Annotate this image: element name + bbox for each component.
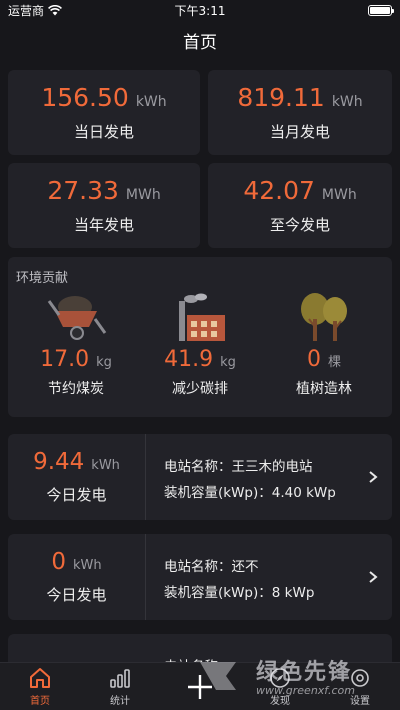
tab-settings[interactable]: 设置: [320, 663, 400, 710]
station-today: 0 kWh 今日发电: [8, 534, 146, 620]
tab-add[interactable]: [160, 663, 240, 710]
env-value: 0 棵: [307, 347, 341, 372]
env-unit: kg: [96, 355, 112, 370]
env-label: 减少碳排: [172, 381, 228, 397]
tab-label: 发现: [270, 696, 290, 707]
env-number: 17.0: [40, 347, 90, 372]
status-right: [242, 4, 394, 16]
env-number: 0: [306, 347, 321, 372]
env-unit: kg: [220, 355, 236, 370]
energy-number: 819.11: [237, 83, 325, 112]
tab-label: 设置: [350, 696, 370, 707]
station-number: 0: [51, 549, 66, 575]
chevron-right-icon[interactable]: [366, 470, 380, 484]
energy-unit: kWh: [331, 94, 363, 110]
energy-number: 27.33: [47, 176, 119, 205]
energy-number: 42.07: [243, 176, 315, 205]
station-today: 9.44 kWh 今日发电: [8, 434, 146, 520]
station-label: 今日发电: [46, 486, 107, 504]
tab-discover[interactable]: 发现: [240, 663, 320, 710]
energy-value: 156.50 kWh: [41, 83, 166, 112]
status-bar: 运营商 下午3:11: [0, 0, 400, 20]
station-label: 今日发电: [46, 586, 107, 604]
energy-label: 当月发电: [269, 123, 330, 141]
trees-icon: [301, 293, 347, 341]
station-capacity: 装机容量(kWp)：4.40 kWp: [164, 485, 336, 501]
carrier-label: 运营商: [8, 3, 45, 18]
station-card[interactable]: 9.44 kWh 今日发电 电站名称：王三木的电站 装机容量(kWp)：4.40…: [8, 434, 392, 520]
tab-label: 统计: [110, 696, 130, 707]
energy-card-month[interactable]: 819.11 kWh 当月发电: [208, 70, 392, 155]
status-time: 下午3:11: [174, 3, 226, 18]
energy-unit: MWh: [125, 187, 161, 203]
station-capacity: 装机容量(kWp)：8 kWp: [164, 585, 315, 601]
env-unit: 棵: [327, 355, 341, 370]
energy-label: 当年发电: [73, 216, 134, 234]
signal-bars-icon: [110, 669, 130, 688]
station-number: 9.44: [33, 449, 85, 475]
station-name: 电站名称：还不: [164, 559, 259, 575]
status-left: 运营商: [8, 2, 158, 19]
energy-card-year[interactable]: 27.33 MWh 当年发电: [8, 163, 200, 248]
coal-cart-icon: [47, 296, 107, 340]
env-label: 节约煤炭: [48, 381, 104, 397]
energy-value: 819.11 kWh: [237, 83, 362, 112]
tab-label: 首页: [30, 696, 50, 707]
discover-icon: [270, 668, 290, 688]
env-item-trees: 0 棵 植树造林: [264, 293, 384, 398]
station-card[interactable]: 0 kWh 今日发电 电站名称：还不 装机容量(kWp)：8 kWp: [8, 534, 392, 620]
station-info: 电站名称：王三木的电站 装机容量(kWp)：4.40 kWp: [164, 454, 336, 506]
page-title: 首页: [183, 33, 217, 53]
station-unit: kWh: [73, 558, 102, 573]
tab-bar: 首页 统计 发现 设置: [0, 662, 400, 710]
station-unit: kWh: [91, 458, 120, 473]
battery-icon: [368, 4, 394, 16]
environment-title: 环境贡献: [16, 271, 69, 286]
tab-home[interactable]: 首页: [0, 663, 80, 710]
station-name: 电站名称：王三木的电站: [164, 459, 313, 475]
env-value: 41.9 kg: [164, 347, 236, 372]
environment-panel: 环境贡献 17.0 kg 节约煤炭 41.9 kg 减少碳排 0 棵 植树造林: [8, 257, 392, 417]
env-item-carbon: 41.9 kg 减少碳排: [140, 293, 260, 398]
factory-icon: [179, 293, 225, 341]
env-number: 41.9: [164, 347, 214, 372]
env-value: 17.0 kg: [40, 347, 112, 372]
home-icon: [30, 668, 50, 688]
env-item-coal: 17.0 kg 节约煤炭: [16, 293, 136, 398]
station-value: 0 kWh: [51, 549, 101, 575]
battery-fill: [370, 6, 390, 14]
energy-card-total[interactable]: 42.07 MWh 至今发电: [208, 163, 392, 248]
energy-unit: kWh: [135, 94, 167, 110]
tab-statistics[interactable]: 统计: [80, 663, 160, 710]
plus-icon: [188, 674, 212, 699]
energy-number: 156.50: [41, 83, 129, 112]
energy-label: 当日发电: [73, 123, 134, 141]
chevron-right-icon[interactable]: [366, 570, 380, 584]
energy-value: 27.33 MWh: [47, 176, 160, 205]
station-value: 9.44 kWh: [33, 449, 120, 475]
energy-card-day[interactable]: 156.50 kWh 当日发电: [8, 70, 200, 155]
env-label: 植树造林: [296, 381, 352, 397]
station-info: 电站名称：还不 装机容量(kWp)：8 kWp: [164, 554, 314, 606]
settings-icon: [351, 669, 369, 687]
wifi-icon: [48, 4, 62, 15]
energy-label: 至今发电: [269, 216, 330, 234]
energy-value: 42.07 MWh: [243, 176, 356, 205]
energy-unit: MWh: [321, 187, 357, 203]
